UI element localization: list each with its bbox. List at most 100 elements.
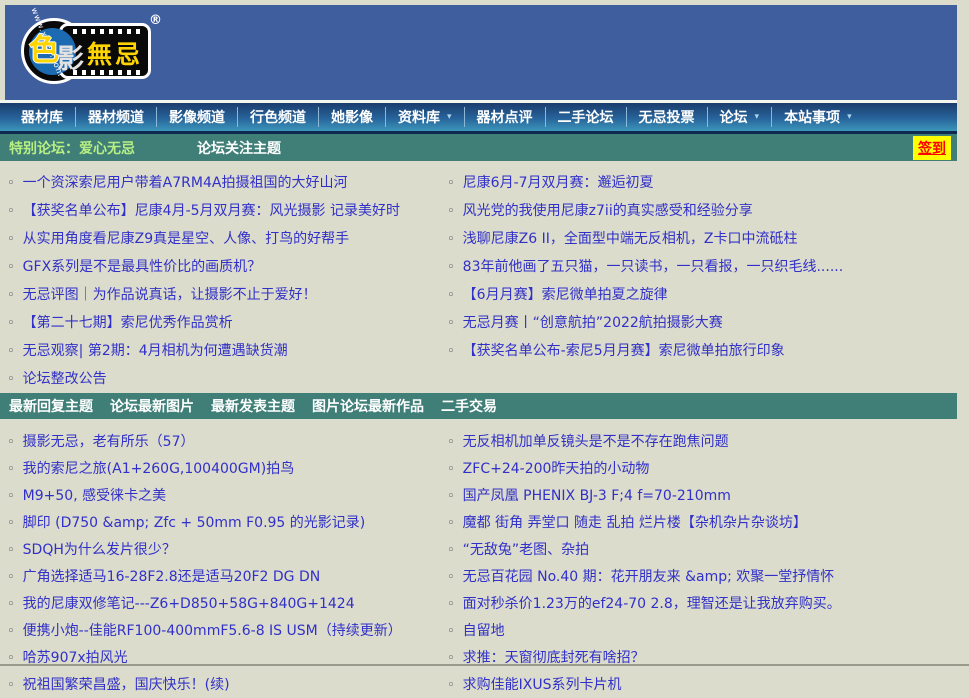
topic-link[interactable]: 浅聊尼康Z6 II，全面型中端无反相机，Z卡口中流砥柱 xyxy=(463,231,798,247)
topic-list-item: ◦祝祖国繁荣昌盛，国庆快乐！(续) xyxy=(7,671,440,698)
topic-list-item: ◦ 无忌观察| 第2期：4月相机为何遭遇缺货潮 xyxy=(7,337,440,365)
latest-tab[interactable]: 论坛最新图片 xyxy=(110,396,194,416)
nav-item-label: 资料库 xyxy=(398,107,440,127)
bullet-icon: ◦ xyxy=(447,232,455,247)
topic-list-item: ◦“无敌兔”老图、杂拍 xyxy=(447,536,957,563)
topic-link[interactable]: 摄影无忌，老有所乐（57） xyxy=(23,434,195,450)
topic-link[interactable]: 无忌月赛丨“创意航拍”2022航拍摄影大赛 xyxy=(463,315,723,331)
nav-item-label: 无忌投票 xyxy=(639,107,695,127)
latest-tab[interactable]: 图片论坛最新作品 xyxy=(312,396,424,416)
topic-link[interactable]: 我的尼康双修笔记---Z6+D850+58G+840G+1424 xyxy=(23,596,355,612)
topic-list-item: ◦我的尼康双修笔记---Z6+D850+58G+840G+1424 xyxy=(7,590,440,617)
topic-link[interactable]: 【第二十七期】索尼优秀作品赏析 xyxy=(23,315,233,331)
bullet-icon: ◦ xyxy=(7,204,15,219)
topic-link[interactable]: 面对秒杀价1.23万的ef24-70 2.8，理智还是让我放弃购买。 xyxy=(463,596,841,612)
topic-link[interactable]: 尼康6月-7月双月赛：邂逅初夏 xyxy=(463,175,654,191)
topic-list-item: ◦【获奖名单公布-索尼5月月赛】索尼微单拍旅行印象 xyxy=(447,337,957,365)
latest-topics-right-column: ◦无反相机加单反镜头是不是不存在跑焦问题 ◦ZFC+24-200昨天拍的小动物 … xyxy=(440,428,957,698)
topic-link[interactable]: 便携小炮--佳能RF100-400mmF5.6-8 IS USM（持续更新） xyxy=(23,623,402,639)
bullet-icon: ◦ xyxy=(447,678,455,693)
topic-list-item: ◦自留地 xyxy=(447,617,957,644)
topic-link[interactable]: 风光党的我使用尼康z7ii的真实感受和经验分享 xyxy=(463,203,753,219)
topic-link[interactable]: 我的索尼之旅(A1+260G,100400GM)拍鸟 xyxy=(23,461,295,477)
topic-link[interactable]: ZFC+24-200昨天拍的小动物 xyxy=(463,461,650,477)
forum-focus-topics-link[interactable]: 论坛关注主题 xyxy=(197,138,281,158)
topic-list-item: ◦ 我的索尼之旅(A1+260G,100400GM)拍鸟 xyxy=(7,455,440,482)
signin-button[interactable]: 签到 xyxy=(913,136,951,160)
bullet-icon: ◦ xyxy=(7,435,15,450)
topic-list-item: ◦ 无忌百花园 No.40 期：花开朋友来 &amp; 欢聚一堂抒情怀 xyxy=(447,563,957,590)
nav-item[interactable]: 行色频道 xyxy=(237,107,318,127)
nav-item[interactable]: 器材频道 xyxy=(75,107,156,127)
topic-list-item: ◦ 【获奖名单公布】尼康4月-5月双月赛：风光摄影 记录美好时 xyxy=(7,197,440,225)
topic-link[interactable]: 无忌百花园 No.40 期：花开朋友来 &amp; 欢聚一堂抒情怀 xyxy=(463,569,835,585)
nav-item[interactable]: 本站事项 ▾ xyxy=(771,107,864,127)
topic-link[interactable]: 一个资深索尼用户带着A7RM4A拍摄祖国的大好山河 xyxy=(23,175,348,191)
topic-link[interactable]: 广角选择适马16-28F2.8还是适马20F2 DG DN xyxy=(23,569,321,585)
latest-tab[interactable]: 二手交易 xyxy=(441,396,497,416)
topic-list-item: ◦ 一个资深索尼用户带着A7RM4A拍摄祖国的大好山河 xyxy=(7,169,440,197)
bullet-icon: ◦ xyxy=(7,344,15,359)
topic-link[interactable]: 祝祖国繁荣昌盛，国庆快乐！(续) xyxy=(23,677,230,693)
nav-item[interactable]: 论坛 ▾ xyxy=(707,107,772,127)
topic-link[interactable]: 脚印 (D750 &amp; Zfc + 50mm F0.95 的光影记录) xyxy=(23,515,366,531)
bullet-icon: ◦ xyxy=(447,570,455,585)
nav-item-label: 影像频道 xyxy=(169,107,225,127)
nav-item[interactable]: 器材点评 xyxy=(464,107,545,127)
topic-link[interactable]: 无忌观察| 第2期：4月相机为何遭遇缺货潮 xyxy=(23,343,288,359)
topic-link[interactable]: 83年前他画了五只猫，一只读书，一只看报，一只织毛线...... xyxy=(463,259,844,275)
latest-tab[interactable]: 最新发表主题 xyxy=(211,396,295,416)
topic-link[interactable]: 无反相机加单反镜头是不是不存在跑焦问题 xyxy=(463,434,729,450)
topic-link[interactable]: 【获奖名单公布-索尼5月月赛】索尼微单拍旅行印象 xyxy=(463,343,785,359)
topic-list-item: ◦魔都 街角 弄堂口 随走 乱拍 烂片楼【杂机杂片杂谈坊】 xyxy=(447,509,957,536)
nav-item-label: 器材频道 xyxy=(88,107,144,127)
bullet-icon: ◦ xyxy=(7,232,15,247)
nav-item-label: 论坛 xyxy=(720,107,748,127)
topic-link[interactable]: 【6月月赛】索尼微单拍夏之旋律 xyxy=(463,287,668,303)
topic-list-item: ◦ 83年前他画了五只猫，一只读书，一只看报，一只织毛线...... xyxy=(447,253,957,281)
topic-link[interactable]: 论坛整改公告 xyxy=(23,371,107,387)
bullet-icon: ◦ xyxy=(7,462,15,477)
topic-list-item: ◦便携小炮--佳能RF100-400mmF5.6-8 IS USM（持续更新） xyxy=(7,617,440,644)
nav-item[interactable]: 二手论坛 xyxy=(545,107,626,127)
topic-list-item: ◦求推：天窗彻底封死有啥招？ xyxy=(447,644,957,671)
nav-item[interactable]: 影像频道 xyxy=(156,107,237,127)
topic-link[interactable]: SDQH为什么发片很少？ xyxy=(23,542,176,558)
nav-item[interactable]: 资料库 ▾ xyxy=(385,107,464,127)
chevron-down-icon: ▾ xyxy=(755,112,760,122)
topic-link[interactable]: “无敌兔”老图、杂拍 xyxy=(463,542,590,558)
latest-tab[interactable]: 最新回复主题 xyxy=(9,396,93,416)
featured-topics-left-column: ◦ 一个资深索尼用户带着A7RM4A拍摄祖国的大好山河 ◦ 【获奖名单公布】尼康4月… xyxy=(0,169,440,393)
chevron-down-icon: ▾ xyxy=(447,112,452,122)
topic-link[interactable]: 求购佳能IXUS系列卡片机 xyxy=(463,677,622,693)
topic-link[interactable]: 国产凤凰 PHENIX BJ-3 F;4 f=70-210mm xyxy=(463,488,731,504)
bullet-icon: ◦ xyxy=(7,288,15,303)
latest-topics-section: ◦ 摄影无忌，老有所乐（57） ◦ 我的索尼之旅(A1+260G,100400GM)… xyxy=(0,419,957,698)
bullet-icon: ◦ xyxy=(7,489,15,504)
nav-item[interactable]: 无忌投票 xyxy=(626,107,707,127)
bullet-icon: ◦ xyxy=(447,204,455,219)
topic-link[interactable]: 魔都 街角 弄堂口 随走 乱拍 烂片楼【杂机杂片杂谈坊】 xyxy=(463,515,807,531)
bullet-icon: ◦ xyxy=(7,543,15,558)
nav-item[interactable]: 器材库 xyxy=(9,107,75,127)
bullet-icon: ◦ xyxy=(447,176,455,191)
nav-item[interactable]: 她影像 xyxy=(318,107,385,127)
topic-link[interactable]: GFX系列是不是最具性价比的画质机？ xyxy=(23,259,262,275)
site-logo[interactable]: www.xitek.com 色 影 無忌 ® xyxy=(21,15,161,91)
topic-link[interactable]: 从实用角度看尼康Z9真是星空、人像、打鸟的好帮手 xyxy=(23,231,350,247)
topic-list-item: ◦哈苏907x拍风光 xyxy=(7,644,440,671)
topic-link[interactable]: M9+50, 感受徕卡之美 xyxy=(23,488,166,504)
bullet-icon: ◦ xyxy=(7,176,15,191)
bullet-icon: ◦ xyxy=(7,570,15,585)
nav-item-label: 器材点评 xyxy=(477,107,533,127)
topic-list-item: ◦ 尼康6月-7月双月赛：邂逅初夏 xyxy=(447,169,957,197)
topic-link[interactable]: 自留地 xyxy=(463,623,505,639)
special-forum-link[interactable]: 特别论坛：爱心无忌 xyxy=(9,138,135,158)
featured-topics-section: ◦ 一个资深索尼用户带着A7RM4A拍摄祖国的大好山河 ◦ 【获奖名单公布】尼康4月… xyxy=(0,161,957,393)
bullet-icon: ◦ xyxy=(447,260,455,275)
latest-topics-left-column: ◦ 摄影无忌，老有所乐（57） ◦ 我的索尼之旅(A1+260G,100400GM)… xyxy=(0,428,440,698)
topic-list-item: ◦ 摄影无忌，老有所乐（57） xyxy=(7,428,440,455)
topic-link[interactable]: 无忌评图｜为作品说真话，让摄影不止于爱好！ xyxy=(23,287,317,303)
topic-link[interactable]: 【获奖名单公布】尼康4月-5月双月赛：风光摄影 记录美好时 xyxy=(23,203,400,219)
main-nav: 器材库 器材频道 影像频道 行色频道 她影像 xyxy=(0,103,957,134)
